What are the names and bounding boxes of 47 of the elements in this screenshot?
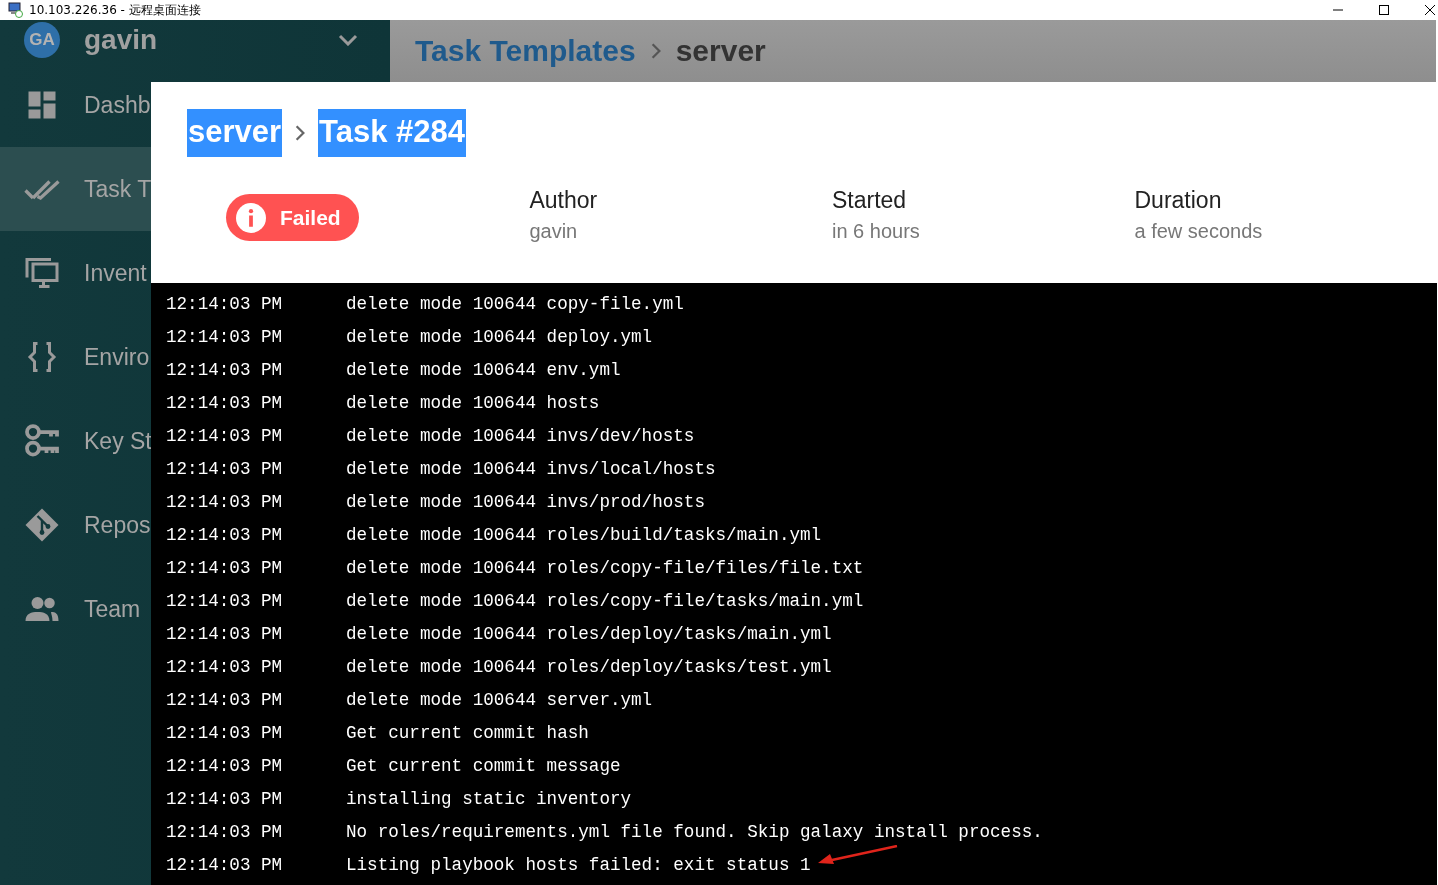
log-time: 12:14:03 PM [166,425,284,446]
log-message: delete mode 100644 roles/build/tasks/main.yml [346,524,822,545]
info-value: gavin [529,220,579,243]
info-value: a few seconds [1134,220,1264,243]
log-message: delete mode 100644 env.yml [346,359,621,380]
info-label: Started [831,187,908,214]
log-time: 12:14:03 PM [166,623,284,644]
log-time: 12:14:03 PM [166,722,284,743]
log-message: delete mode 100644 invs/prod/hosts [346,491,705,512]
log-message: delete mode 100644 roles/copy-file/tasks/main.yml [346,590,864,611]
info-value: in 6 hours [831,220,921,243]
log-time: 12:14:03 PM [166,854,284,875]
user-name: gavin [84,23,158,56]
log-message: delete mode 100644 roles/deploy/tasks/main.yml [346,623,832,644]
log-time: 12:14:03 PM [166,326,284,347]
log-time: 12:14:03 PM [166,491,284,512]
log-time: 12:14:03 PM [166,392,284,413]
log-message: Get current commit hash [346,722,589,743]
log-message: Get current commit message [346,755,621,776]
status-badge: Failed [226,194,359,241]
log-message: delete mode 100644 server.yml [346,689,653,710]
window-title: 10.103.226.36 - 远程桌面连接 [29,1,201,19]
info-label: Duration [1134,187,1223,214]
log-time: 12:14:03 PM [166,524,284,545]
log-message: delete mode 100644 invs/local/hosts [346,458,716,479]
log-time: 12:14:03 PM [166,656,284,677]
log-time: 12:14:03 PM [166,689,284,710]
breadcrumb-current: server [675,34,766,68]
log-message: delete mode 100644 roles/deploy/tasks/test.yml [346,656,832,677]
log-time: 12:14:03 PM [166,788,284,809]
log-time: 12:14:03 PM [166,293,284,314]
log-message: Listing playbook hosts failed: exit status 1 [346,854,811,875]
log-time: 12:14:03 PM [166,557,284,578]
log-message: delete mode 100644 roles/copy-file/files/file.txt [346,557,864,578]
info-label: Author [529,187,599,214]
log-time: 12:14:03 PM [166,821,284,842]
log-message: delete mode 100644 deploy.yml [346,326,653,347]
task-title: Task #284 [318,109,467,157]
log-time: 12:14:03 PM [166,755,284,776]
log-message: delete mode 100644 invs/dev/hosts [346,425,695,446]
log-time: 12:14:03 PM [166,458,284,479]
log-message: installing static inventory [346,788,632,809]
log-message: delete mode 100644 copy-file.yml [346,293,684,314]
log-time: 12:14:03 PM [166,590,284,611]
log-message: delete mode 100644 hosts [346,392,600,413]
log-time: 12:14:03 PM [166,359,284,380]
log-message: No roles/requirements.yml file found. Skip galaxy install process. [346,821,1043,842]
